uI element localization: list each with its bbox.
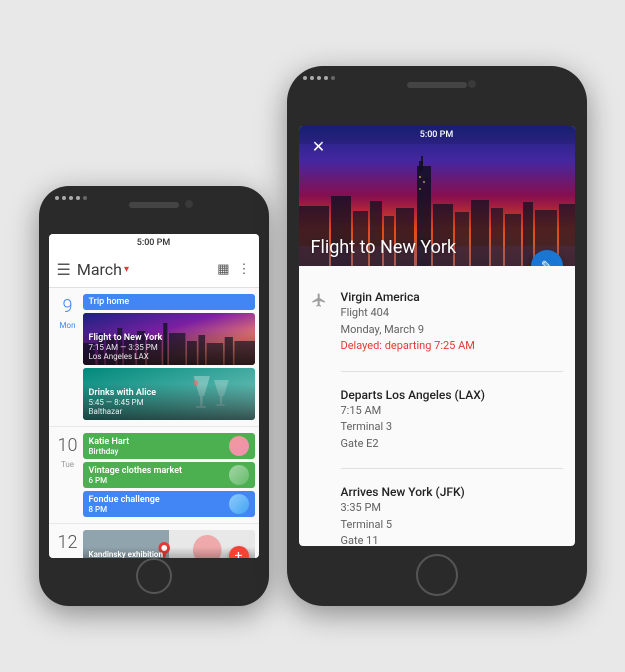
departs-time: 7:15 AM xyxy=(341,403,486,420)
events-day-9: Trip home xyxy=(83,294,255,420)
flight-date: Monday, March 9 xyxy=(341,322,475,339)
departs-terminal: Terminal 3 xyxy=(341,419,486,436)
flight-title: Flight to New York xyxy=(311,237,563,258)
flight-event-time: 7:15 AM — 3:35 PM xyxy=(89,343,249,352)
day-num-12: 12 xyxy=(54,530,82,553)
fondue-text: Fondue challenge 8 PM xyxy=(89,495,160,514)
phone-small: 5:00 PM ☰ March ▾ ▦ ⋮ 9 xyxy=(39,186,269,606)
departs-gate: Gate E2 xyxy=(341,436,486,453)
drinks-event-title: Drinks with Alice xyxy=(89,388,249,398)
event-katie-hart-text: Katie Hart Birthday xyxy=(89,437,130,456)
flight-event-title: Flight to New York xyxy=(89,333,249,343)
day-row-12: 12 Thu xyxy=(49,524,259,558)
flight-departs-section: Departs Los Angeles (LAX) 7:15 AM Termin… xyxy=(311,388,563,453)
vintage-avatar-img xyxy=(229,465,249,485)
camera-small xyxy=(185,200,193,208)
event-vintage-market[interactable]: Vintage clothes market 6 PM xyxy=(83,462,255,488)
departs-info: Departs Los Angeles (LAX) 7:15 AM Termin… xyxy=(341,388,486,453)
calendar-title[interactable]: March ▾ xyxy=(77,260,217,279)
calendar-screen: 5:00 PM ☰ March ▾ ▦ ⋮ 9 xyxy=(49,234,259,558)
arrives-label: Arrives New York (JFK) xyxy=(341,485,465,499)
day-label-12: Thu xyxy=(57,553,79,558)
airline-name: Virgin America xyxy=(341,290,475,304)
more-icon[interactable]: ⋮ xyxy=(238,262,251,277)
day-row-9: 9 Mon Trip home xyxy=(49,288,259,427)
fondue-time: 8 PM xyxy=(89,505,160,514)
flight-header: ✕ Flight to New York ✎ xyxy=(299,126,575,266)
calendar-body: 9 Mon Trip home xyxy=(49,288,259,558)
fondue-avatar xyxy=(229,494,249,514)
departs-label: Departs Los Angeles (LAX) xyxy=(341,388,486,402)
flight-airline-section: Virgin America Flight 404 Monday, March … xyxy=(311,290,563,355)
event-kandinsky[interactable]: Kandinsky exhibition 4 PM + xyxy=(83,530,255,558)
event-drinks-alice[interactable]: Drinks with Alice 5:45 — 8:45 PM Balthaz… xyxy=(83,368,255,420)
event-trip-home[interactable]: Trip home xyxy=(83,294,255,310)
flight-arrives-section: Arrives New York (JFK) 3:35 PM Terminal … xyxy=(311,485,563,546)
katie-name: Katie Hart xyxy=(89,437,130,447)
arrives-time: 3:35 PM xyxy=(341,500,465,517)
status-time-large: 5:00 PM xyxy=(420,130,454,140)
status-bar-large: 5:00 PM xyxy=(299,126,575,144)
katie-subtitle: Birthday xyxy=(89,447,130,456)
flight-num: Flight 404 xyxy=(341,305,475,322)
events-day-10: Katie Hart Birthday Vintage clothes mark… xyxy=(83,433,255,517)
fondue-title: Fondue challenge xyxy=(89,495,160,505)
flight-detail-screen: 5:00 PM xyxy=(299,126,575,546)
events-day-12: Kandinsky exhibition 4 PM + xyxy=(83,530,255,558)
edit-icon: ✎ xyxy=(541,259,552,267)
month-label: March xyxy=(77,260,122,279)
plane-icon xyxy=(311,290,331,312)
departs-spacer xyxy=(311,388,331,390)
flight-event-place: Los Angeles LAX xyxy=(89,352,249,361)
kandinsky-title: Kandinsky exhibition xyxy=(89,550,249,558)
status-bar-small: 5:00 PM xyxy=(49,234,259,252)
phone-large: 5:00 PM xyxy=(287,66,587,606)
airline-info: Virgin America Flight 404 Monday, March … xyxy=(341,290,475,355)
day-num-9: 9 xyxy=(54,294,82,317)
flight-status: Delayed: departing 7:25 AM xyxy=(341,338,475,355)
calendar-header: ☰ March ▾ ▦ ⋮ xyxy=(49,252,259,288)
drinks-event-place: Balthazar xyxy=(89,407,249,416)
airplane-svg xyxy=(311,292,327,308)
arrives-info: Arrives New York (JFK) 3:35 PM Terminal … xyxy=(341,485,465,546)
drinks-event-overlay: Drinks with Alice 5:45 — 8:45 PM Balthaz… xyxy=(83,384,255,420)
event-katie-hart[interactable]: Katie Hart Birthday xyxy=(83,433,255,459)
menu-icon[interactable]: ☰ xyxy=(57,260,71,279)
add-fab[interactable]: + xyxy=(229,546,249,558)
katie-avatar-img xyxy=(229,436,249,456)
home-button-large[interactable] xyxy=(416,554,458,596)
signal-dots-large xyxy=(303,76,335,80)
day-label-10: Tue xyxy=(57,456,79,469)
camera-large xyxy=(468,80,476,88)
vintage-time: 6 PM xyxy=(89,476,183,485)
vintage-avatar xyxy=(229,465,249,485)
flight-event-overlay: Flight to New York 7:15 AM — 3:35 PM Los… xyxy=(83,329,255,365)
day-num-10: 10 xyxy=(54,433,82,456)
arrives-spacer xyxy=(311,485,331,487)
drinks-event-time: 5:45 — 8:45 PM xyxy=(89,398,249,407)
event-flight-ny[interactable]: Flight to New York 7:15 AM — 3:35 PM Los… xyxy=(83,313,255,365)
event-fondue[interactable]: Fondue challenge 8 PM xyxy=(83,491,255,517)
signal-dots-small xyxy=(55,196,87,200)
chevron-down-icon: ▾ xyxy=(124,264,129,275)
vintage-text: Vintage clothes market 6 PM xyxy=(89,466,183,485)
status-time-small: 5:00 PM xyxy=(137,238,171,248)
arrives-terminal: Terminal 5 xyxy=(341,517,465,534)
arrives-gate: Gate 11 xyxy=(341,533,465,546)
katie-avatar xyxy=(229,436,249,456)
flight-detail-body: Virgin America Flight 404 Monday, March … xyxy=(299,266,575,546)
day-label-9: Mon xyxy=(57,317,79,330)
calendar-icon[interactable]: ▦ xyxy=(217,262,229,277)
home-button-small[interactable] xyxy=(136,558,172,594)
divider-2 xyxy=(341,468,563,469)
calendar-header-icons: ▦ ⋮ xyxy=(217,262,250,277)
day-row-10: 10 Tue Katie Hart Birthday xyxy=(49,427,259,524)
divider-1 xyxy=(341,371,563,372)
fondue-avatar-img xyxy=(229,494,249,514)
speaker-small xyxy=(129,202,179,208)
vintage-title: Vintage clothes market xyxy=(89,466,183,476)
speaker-large xyxy=(407,82,467,88)
event-trip-home-label: Trip home xyxy=(89,297,130,307)
